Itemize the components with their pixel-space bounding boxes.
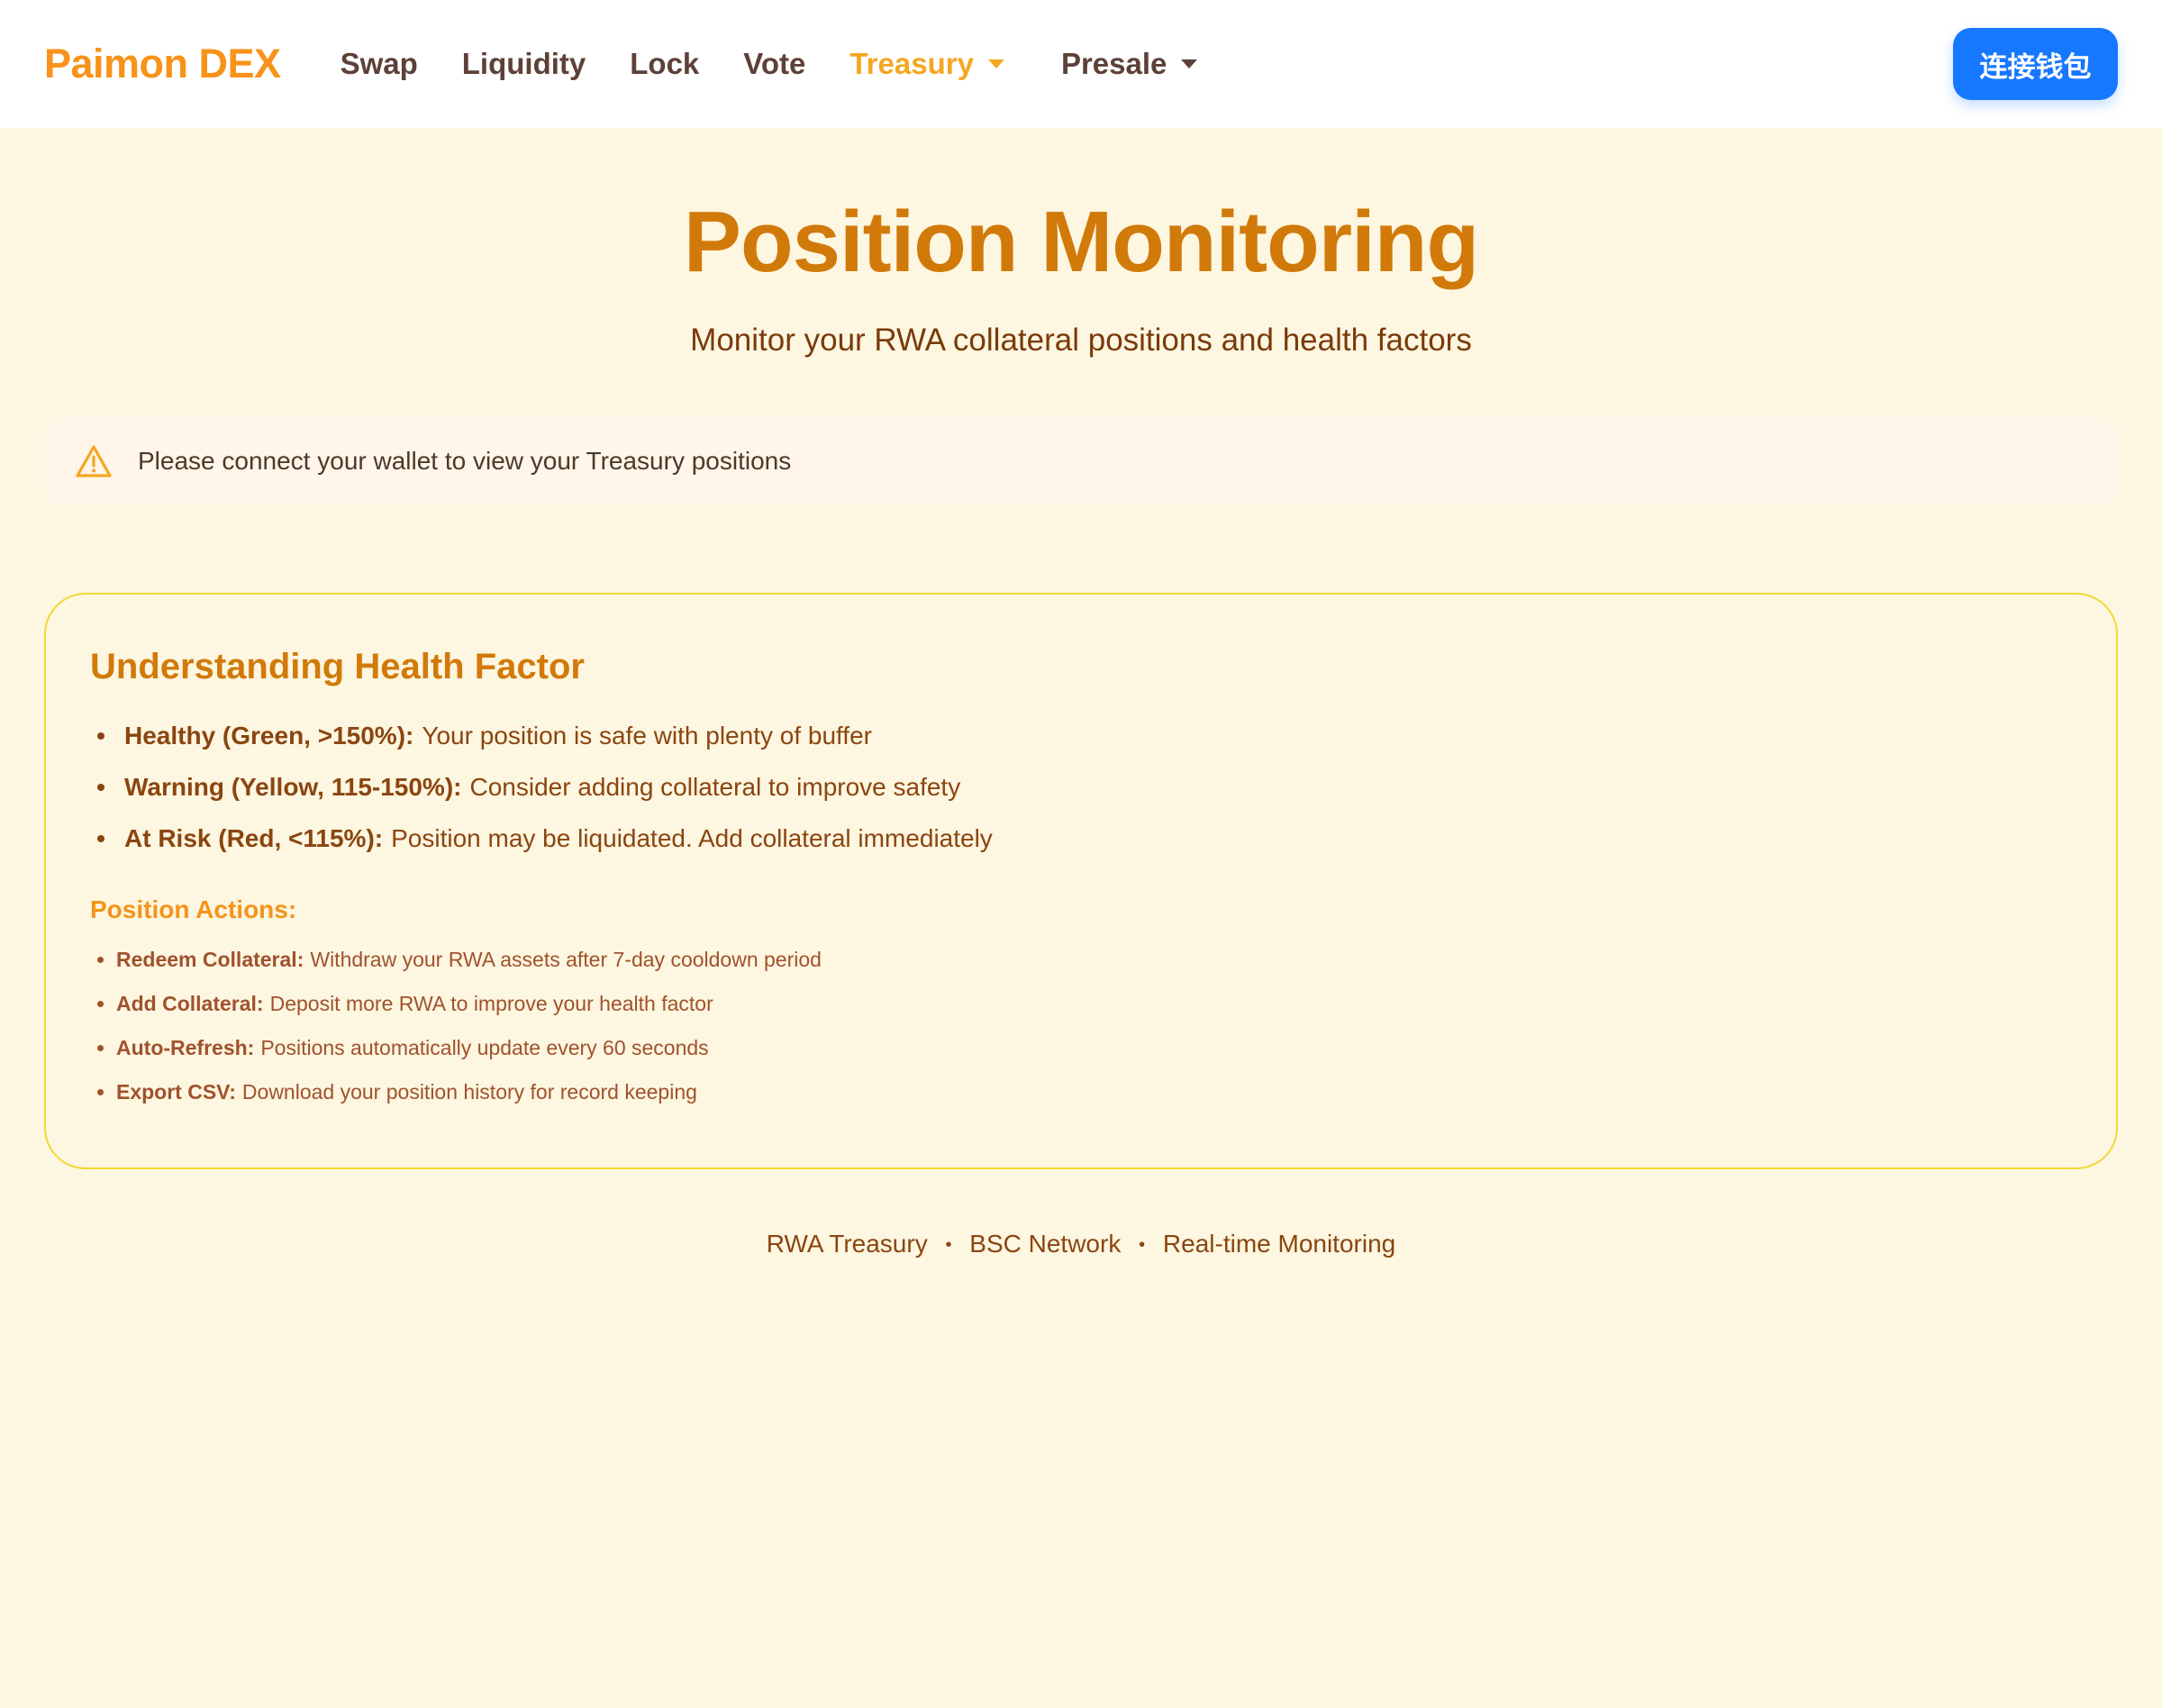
action-text: Withdraw your RWA assets after 7-day coo… bbox=[310, 947, 822, 971]
bullet-icon bbox=[97, 1088, 104, 1095]
list-item: Auto-Refresh: Positions automatically up… bbox=[90, 1036, 2072, 1060]
warning-icon bbox=[76, 444, 112, 477]
level-text: Position may be liquidated. Add collater… bbox=[391, 823, 993, 852]
action-text: Download your position history for recor… bbox=[241, 1079, 697, 1104]
action-text: Deposit more RWA to improve your health … bbox=[269, 991, 713, 1015]
footer-item: RWA Treasury bbox=[766, 1229, 928, 1258]
separator-dot: • bbox=[1139, 1234, 1146, 1255]
actions-title: Position Actions: bbox=[90, 895, 297, 923]
level-label: At Risk (Red, <115%): bbox=[124, 823, 384, 852]
chevron-down-icon bbox=[987, 59, 1004, 68]
page-subtitle: Monitor your RWA collateral positions an… bbox=[690, 322, 1472, 358]
chevron-down-icon bbox=[1181, 59, 1198, 68]
action-label: Auto-Refresh: bbox=[116, 1035, 255, 1059]
connect-wallet-button[interactable]: 连接钱包 bbox=[1953, 28, 2118, 100]
list-item: Warning (Yellow, 115-150%): Consider add… bbox=[90, 773, 2072, 802]
nav-treasury-dropdown[interactable]: Treasury bbox=[849, 47, 1004, 81]
nav-presale-label: Presale bbox=[1060, 47, 1167, 80]
top-navbar: Paimon DEX Swap Liquidity Lock Vote Trea… bbox=[0, 0, 2162, 128]
main-content: Position Monitoring Monitor your RWA col… bbox=[0, 195, 2162, 1258]
health-factor-list: Healthy (Green, >150%): Your position is… bbox=[90, 722, 2072, 853]
footer-item: BSC Network bbox=[969, 1229, 1122, 1258]
action-label: Add Collateral: bbox=[116, 991, 264, 1015]
main-nav: Swap Liquidity Lock Vote Treasury Presal… bbox=[341, 47, 1255, 81]
bullet-icon bbox=[97, 783, 104, 791]
level-text: Your position is safe with plenty of buf… bbox=[422, 721, 872, 750]
card-title: Understanding Health Factor bbox=[90, 646, 585, 686]
nav-presale-dropdown[interactable]: Presale bbox=[1060, 47, 1198, 81]
nav-treasury-label: Treasury bbox=[849, 47, 974, 80]
health-factor-info-card: Understanding Health Factor Healthy (Gre… bbox=[44, 592, 2118, 1169]
nav-vote[interactable]: Vote bbox=[743, 47, 805, 81]
nav-swap[interactable]: Swap bbox=[341, 47, 418, 81]
action-label: Export CSV: bbox=[116, 1079, 236, 1104]
alert-text: Please connect your wallet to view your … bbox=[138, 446, 792, 475]
footer-item: Real-time Monitoring bbox=[1162, 1229, 1396, 1258]
page-title: Position Monitoring bbox=[683, 194, 1479, 290]
bullet-icon bbox=[97, 1000, 104, 1007]
bullet-icon bbox=[97, 956, 104, 963]
page-footer: RWA Treasury • BSC Network • Real-time M… bbox=[44, 1230, 2118, 1258]
separator-dot: • bbox=[945, 1234, 952, 1255]
brand-logo[interactable]: Paimon DEX bbox=[44, 41, 281, 87]
bullet-icon bbox=[97, 1044, 104, 1051]
action-text: Positions automatically update every 60 … bbox=[260, 1035, 709, 1059]
level-label: Warning (Yellow, 115-150%): bbox=[124, 772, 462, 801]
level-label: Healthy (Green, >150%): bbox=[124, 721, 414, 750]
list-item: At Risk (Red, <115%): Position may be li… bbox=[90, 824, 2072, 853]
list-item: Redeem Collateral: Withdraw your RWA ass… bbox=[90, 948, 2072, 972]
action-label: Redeem Collateral: bbox=[116, 947, 304, 971]
nav-liquidity[interactable]: Liquidity bbox=[462, 47, 586, 81]
list-item: Healthy (Green, >150%): Your position is… bbox=[90, 722, 2072, 750]
nav-lock[interactable]: Lock bbox=[630, 47, 699, 81]
connect-wallet-alert: Please connect your wallet to view your … bbox=[44, 416, 2118, 505]
level-text: Consider adding collateral to improve sa… bbox=[469, 772, 961, 801]
bullet-icon bbox=[97, 731, 104, 740]
bullet-icon bbox=[97, 834, 104, 842]
position-actions-list: Redeem Collateral: Withdraw your RWA ass… bbox=[90, 948, 2072, 1104]
list-item: Add Collateral: Deposit more RWA to impr… bbox=[90, 992, 2072, 1016]
list-item: Export CSV: Download your position histo… bbox=[90, 1080, 2072, 1104]
